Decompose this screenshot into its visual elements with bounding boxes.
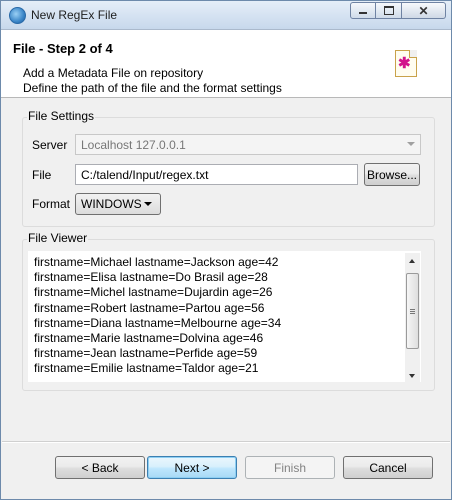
file-viewer-text-area[interactable]: firstname=Michael lastname=Jackson age=4… [28, 251, 421, 382]
back-button[interactable]: < Back [55, 456, 145, 479]
format-label: Format [32, 197, 71, 211]
finish-button: Finish [245, 456, 335, 479]
file-line: firstname=Jean lastname=Perfide age=59 [34, 346, 258, 361]
file-line: firstname=Diana lastname=Melbourne age=3… [34, 315, 282, 330]
file-line: firstname=Michael lastname=Jackson age=4… [34, 255, 279, 269]
file-viewer-lines: firstname=Michael lastname=Jackson age=4… [34, 255, 281, 377]
close-icon: ✕ [418, 3, 429, 18]
file-line: firstname=Michel lastname=Dujardin age=2… [34, 285, 273, 300]
file-viewer-scrollbar[interactable] [405, 253, 420, 382]
file-line: firstname=Marie lastname=Dolvina age=46 [34, 330, 264, 345]
next-button[interactable]: Next > [147, 456, 237, 479]
file-line: firstname=Emilie lastname=Taldor age=21 [34, 361, 259, 376]
wizard-header: File - Step 2 of 4 Add a Metadata File o… [1, 30, 451, 98]
new-regex-file-dialog: New RegEx File ✕ File - Step 2 of 4 Add … [0, 0, 452, 500]
regex-file-icon: ✱ [395, 50, 417, 77]
wizard-description: Add a Metadata File on repository [23, 66, 204, 80]
minimize-button[interactable] [350, 2, 376, 19]
title-bar[interactable]: New RegEx File ✕ [1, 1, 451, 30]
format-value: WINDOWS [81, 197, 142, 211]
minimize-icon [359, 12, 367, 14]
file-label: File [32, 168, 52, 182]
browse-button[interactable]: Browse... [364, 163, 420, 186]
file-settings-label: File Settings [27, 109, 96, 123]
wizard-description-detail: Define the path of the file and the form… [23, 81, 282, 95]
server-value: Localhost 127.0.0.1 [81, 138, 186, 152]
format-select[interactable]: WINDOWS [75, 193, 161, 215]
cancel-button[interactable]: Cancel [343, 456, 433, 479]
file-line: firstname=Robert lastname=Partou age=56 [34, 300, 265, 315]
button-bar-separator [2, 441, 450, 443]
scroll-down-arrow-icon[interactable] [409, 374, 415, 378]
wizard-step-title: File - Step 2 of 4 [13, 41, 113, 56]
server-label: Server [32, 138, 68, 152]
talend-app-icon [9, 7, 26, 24]
file-path-input[interactable]: C:/talend/Input/regex.txt [75, 164, 358, 185]
scrollbar-thumb[interactable] [406, 273, 419, 349]
chevron-down-icon [407, 142, 415, 146]
window-title: New RegEx File [31, 8, 118, 22]
scroll-up-arrow-icon[interactable] [409, 259, 415, 263]
close-button[interactable]: ✕ [402, 2, 446, 19]
window-controls: ✕ [350, 2, 446, 20]
maximize-button[interactable] [376, 2, 402, 19]
chevron-down-icon [144, 202, 152, 206]
maximize-icon [383, 6, 394, 15]
server-combo: Localhost 127.0.0.1 [75, 134, 421, 155]
file-line: firstname=Elisa lastname=Do Brasil age=2… [34, 270, 268, 285]
file-viewer-label: File Viewer [27, 231, 89, 245]
